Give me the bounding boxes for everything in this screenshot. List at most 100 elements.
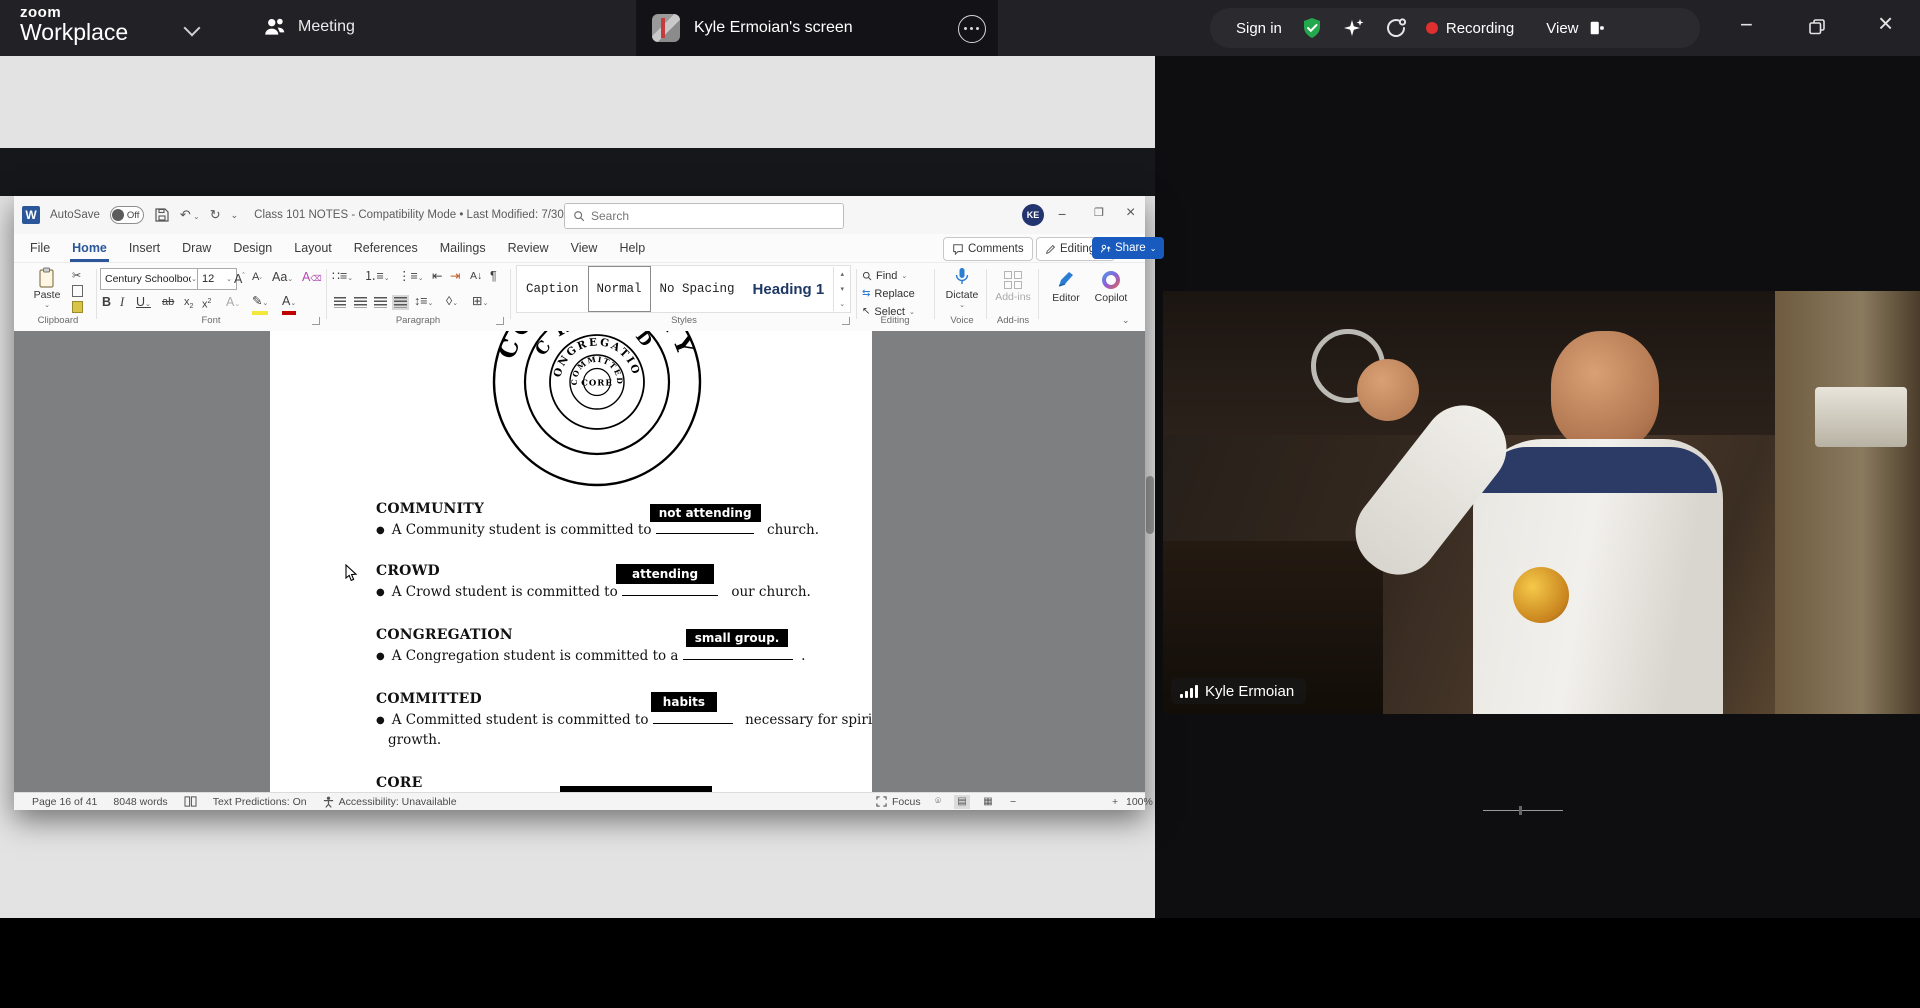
page-indicator[interactable]: Page 16 of 41 <box>32 796 97 808</box>
tab-layout[interactable]: Layout <box>292 235 334 262</box>
document-page[interactable]: COMMUNITY CROWD CONGREGATION COMMITTED C… <box>270 331 872 793</box>
align-center-icon[interactable] <box>354 297 367 308</box>
replace-button[interactable]: ⇆Replace <box>862 285 915 302</box>
tab-draw[interactable]: Draw <box>180 235 213 262</box>
participant-video-tile[interactable]: Kyle Ermoian <box>1163 291 1920 714</box>
read-mode-view-icon[interactable]: ⌾ <box>930 795 946 809</box>
redo-button[interactable]: ↻ <box>210 207 221 223</box>
view-button[interactable]: View <box>1546 19 1605 37</box>
find-button[interactable]: Find⌄ <box>862 267 907 284</box>
undo-button[interactable]: ↶ ⌄ <box>180 207 200 223</box>
addins-grid-icon[interactable] <box>1004 271 1022 289</box>
word-search-input[interactable]: Search <box>564 203 844 229</box>
font-dialog-launcher-icon[interactable] <box>312 317 320 325</box>
font-size-select[interactable]: 12⌄ <box>197 268 237 290</box>
sign-in-button[interactable]: Sign in <box>1236 20 1282 37</box>
cut-icon[interactable]: ✂ <box>72 269 81 283</box>
justify-icon[interactable] <box>394 297 407 308</box>
sort-icon[interactable]: A↓ <box>470 269 482 283</box>
word-minimize-button[interactable]: − <box>1058 206 1066 222</box>
underline-button[interactable]: U⌄ <box>136 295 151 312</box>
tab-references[interactable]: References <box>352 235 420 262</box>
ai-companion-sparkle-icon[interactable] <box>1342 16 1366 40</box>
quick-access-chevron-icon[interactable]: ⌄ <box>231 210 239 221</box>
copy-icon[interactable] <box>72 285 83 297</box>
superscript-button[interactable]: x2 <box>202 295 211 312</box>
subscript-button[interactable]: x2 <box>184 295 193 314</box>
zoom-slider-thumb[interactable] <box>1519 806 1522 815</box>
multilevel-list-icon[interactable]: ⋮≡⌄ <box>398 269 424 286</box>
style-normal-selected[interactable]: Normal <box>588 266 651 312</box>
proofing-book-icon[interactable] <box>184 796 197 807</box>
paragraph-dialog-launcher-icon[interactable] <box>496 317 504 325</box>
screen-connect-icon[interactable] <box>1384 16 1408 40</box>
bullets-icon[interactable]: ∷≡⌄ <box>332 269 353 286</box>
styles-gallery-scroll[interactable]: ▴▾⌄ <box>833 267 850 311</box>
text-predictions[interactable]: Text Predictions: On <box>213 796 307 808</box>
line-spacing-icon[interactable]: ↕≡⌄ <box>414 294 433 311</box>
decrease-indent-icon[interactable]: ⇤ <box>432 269 442 283</box>
window-close-button[interactable]: × <box>1878 12 1893 34</box>
bold-button[interactable]: B <box>102 295 111 309</box>
tab-view[interactable]: View <box>569 235 600 262</box>
comments-button[interactable]: Comments <box>943 237 1033 261</box>
align-left-icon[interactable] <box>334 297 346 308</box>
shading-icon[interactable]: ◊⌄ <box>446 294 458 311</box>
shrink-font-icon[interactable]: Aˇ <box>252 270 262 289</box>
share-button[interactable]: Share⌄ <box>1092 237 1164 259</box>
tab-mailings[interactable]: Mailings <box>438 235 488 262</box>
web-layout-view-icon[interactable]: ▦ <box>980 795 996 809</box>
print-layout-view-icon[interactable]: ▤ <box>954 795 970 809</box>
style-no-spacing[interactable]: No Spacing <box>651 266 744 312</box>
word-restore-button[interactable]: ❐ <box>1094 206 1104 219</box>
dictate-mic-icon[interactable] <box>954 267 970 289</box>
zoom-out-button[interactable]: − <box>1010 796 1016 808</box>
dictate-label[interactable]: Dictate <box>940 289 984 301</box>
change-case-icon[interactable]: Aa⌄ <box>272 270 293 287</box>
increase-indent-icon[interactable]: ⇥ <box>450 269 460 283</box>
font-name-select[interactable]: Century Schoolbook⌄ <box>100 268 202 290</box>
account-avatar[interactable]: KE <box>1022 204 1044 226</box>
tab-review[interactable]: Review <box>506 235 551 262</box>
italic-button[interactable]: I <box>120 295 124 309</box>
strikethrough-button[interactable]: ab <box>162 295 174 309</box>
zoom-slider[interactable] <box>1483 810 1563 811</box>
text-effects-icon[interactable]: A⌄ <box>226 295 240 312</box>
highlight-color-button[interactable]: ✎⌄ <box>252 294 268 315</box>
borders-icon[interactable]: ⊞⌄ <box>472 294 488 311</box>
autosave-toggle[interactable]: Off <box>110 206 144 224</box>
tab-options-ellipsis-icon[interactable] <box>958 15 986 43</box>
word-count[interactable]: 8048 words <box>113 796 167 808</box>
clear-formatting-icon[interactable]: A⌫ <box>302 270 322 286</box>
tab-meeting[interactable]: Meeting <box>262 14 355 40</box>
save-icon[interactable] <box>154 207 170 223</box>
tab-insert[interactable]: Insert <box>127 235 162 262</box>
zoom-percentage[interactable]: 100% <box>1126 796 1153 808</box>
share-scrollbar-thumb[interactable] <box>1146 476 1154 534</box>
workspace-chevron-down-icon[interactable] <box>184 20 201 37</box>
style-heading1[interactable]: Heading 1 <box>744 266 834 312</box>
tab-design[interactable]: Design <box>231 235 274 262</box>
tab-shared-screen[interactable]: Kyle Ermoian's screen <box>636 0 998 56</box>
accessibility-status[interactable]: Accessibility: Unavailable <box>323 796 457 808</box>
numbering-icon[interactable]: ⒈≡⌄ <box>364 269 390 286</box>
pilcrow-icon[interactable]: ¶ <box>490 269 497 283</box>
tab-home[interactable]: Home <box>70 235 109 262</box>
align-right-icon[interactable] <box>374 297 387 308</box>
collapse-ribbon-chevron-icon[interactable]: ⌄ <box>1122 315 1130 326</box>
format-painter-icon[interactable] <box>72 301 83 313</box>
font-color-button[interactable]: A⌄ <box>282 294 296 315</box>
paste-button[interactable]: Paste ⌄ <box>30 267 64 309</box>
window-minimize-button[interactable]: − <box>1740 14 1753 36</box>
window-restore-button[interactable] <box>1808 18 1826 36</box>
tab-help[interactable]: Help <box>617 235 647 262</box>
style-caption[interactable]: Caption <box>517 266 588 312</box>
editor-button[interactable]: Editor <box>1044 263 1088 331</box>
zoom-in-button[interactable]: + <box>1112 796 1118 808</box>
focus-button[interactable]: Focus <box>876 796 921 808</box>
security-shield-icon[interactable] <box>1300 16 1324 40</box>
word-close-button[interactable]: × <box>1126 204 1135 222</box>
grow-font-icon[interactable]: Aˆ <box>234 270 245 286</box>
tab-file[interactable]: File <box>28 235 52 262</box>
styles-dialog-launcher-icon[interactable] <box>842 317 850 325</box>
